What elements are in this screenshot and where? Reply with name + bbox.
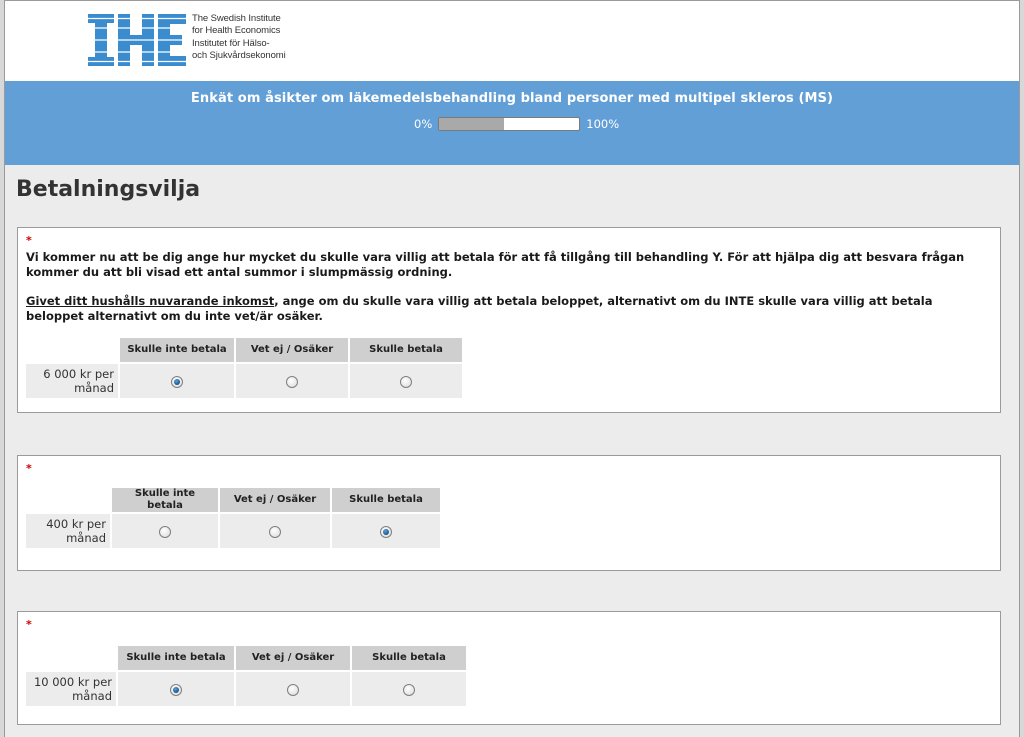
required-marker: * [26, 234, 32, 247]
column-header: Vet ej / Osäker [220, 488, 330, 512]
browser-viewport: The Swedish Institute for Health Economi… [4, 0, 1020, 737]
column-header: Skulle inte betala [118, 646, 234, 670]
logo-line-1: The Swedish Institute [192, 13, 281, 24]
radio-vet-ej-osaker[interactable] [287, 683, 299, 696]
ihe-logo-text: The Swedish Institute for Health Economi… [192, 13, 286, 61]
question-card-2: * Skulle inte betala Vet ej / Osäker Sku… [17, 455, 1001, 571]
required-marker: * [26, 462, 32, 475]
question-text: Vi kommer nu att be dig ange hur mycket … [26, 250, 990, 338]
radio-skulle-betala[interactable] [380, 525, 392, 538]
radio-skulle-betala[interactable] [400, 375, 412, 388]
radio-vet-ej-osaker[interactable] [286, 375, 298, 388]
column-header: Skulle inte betala [120, 338, 234, 362]
answer-grid-1: Skulle inte betala Vet ej / Osäker Skull… [24, 336, 464, 400]
radio-vet-ej-osaker[interactable] [269, 525, 281, 538]
column-header: Skulle betala [352, 646, 466, 670]
progress-bar-fill [439, 118, 504, 130]
row-label: 400 kr per månad [26, 514, 110, 548]
progress-bar [438, 117, 581, 131]
logo-line-3: Institutet för Hälso- [192, 38, 270, 49]
ihe-logo: The Swedish Institute for Health Economi… [88, 13, 286, 66]
survey-title: Enkät om åsikter om läkemedelsbehandling… [190, 91, 834, 106]
ihe-logo-mark [88, 14, 186, 66]
table-row: 10 000 kr per månad [26, 672, 466, 706]
column-header: Skulle inte betala [112, 488, 218, 512]
logo-line-2: for Health Economics [192, 24, 281, 36]
page-header: The Swedish Institute for Health Economi… [5, 1, 1019, 81]
question-card-1: * Vi kommer nu att be dig ange hur mycke… [17, 227, 1001, 413]
answer-grid-3: Skulle inte betala Vet ej / Osäker Skull… [24, 644, 468, 708]
radio-skulle-inte-betala[interactable] [159, 525, 171, 538]
radio-skulle-inte-betala[interactable] [170, 683, 182, 696]
logo-line-4: och Sjukvårdsekonomi [192, 49, 286, 61]
row-label: 10 000 kr per månad [26, 672, 116, 706]
question-card-3: * Skulle inte betala Vet ej / Osäker Sku… [17, 611, 1001, 725]
survey-banner: Enkät om åsikter om läkemedelsbehandling… [5, 81, 1019, 165]
column-header: Vet ej / Osäker [236, 646, 350, 670]
progress-end-label: 100% [586, 117, 620, 131]
question-instruction-underlined: Givet ditt hushålls nuvarande inkomst [26, 294, 275, 308]
progress-start-label: 0% [414, 117, 433, 131]
table-row: 400 kr per månad [26, 514, 440, 548]
column-header: Vet ej / Osäker [236, 338, 348, 362]
required-marker: * [26, 618, 32, 631]
answer-grid-2: Skulle inte betala Vet ej / Osäker Skull… [24, 486, 442, 550]
column-header: Skulle betala [350, 338, 462, 362]
question-instruction: Givet ditt hushålls nuvarande inkomst, a… [26, 294, 990, 324]
column-header: Skulle betala [332, 488, 440, 512]
progress-indicator: 0% 100% [414, 117, 619, 131]
radio-skulle-betala[interactable] [403, 683, 415, 696]
radio-skulle-inte-betala[interactable] [171, 375, 183, 388]
page-title: Betalningsvilja [16, 177, 201, 202]
row-label: 6 000 kr per månad [26, 364, 118, 398]
question-intro: Vi kommer nu att be dig ange hur mycket … [26, 250, 965, 279]
table-row: 6 000 kr per månad [26, 364, 462, 398]
